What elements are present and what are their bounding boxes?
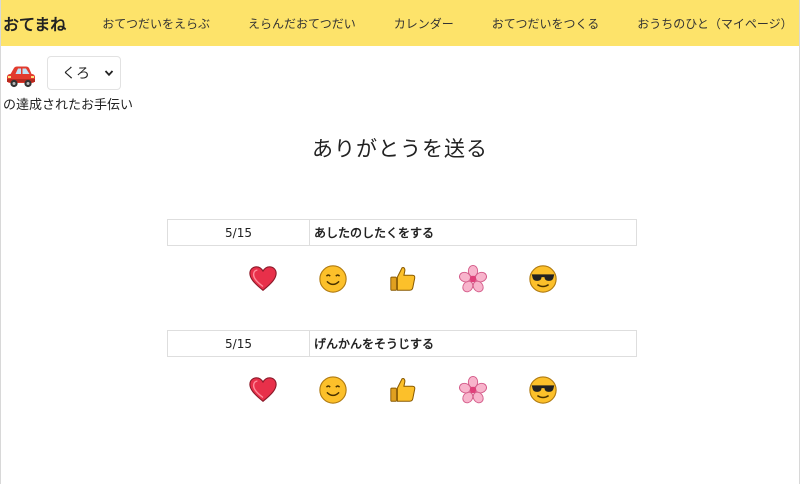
chore-card: 5/15 げんかんをそうじする xyxy=(167,330,637,406)
chore-title: げんかんをそうじする xyxy=(314,337,435,351)
page: おてまね おてつだいをえらぶ えらんだおてつだい カレンダー おてつだいをつくる… xyxy=(0,0,800,484)
cherry-blossom-icon[interactable] xyxy=(457,374,489,406)
chore-row: 5/15 げんかんをそうじする xyxy=(167,330,637,357)
chevron-down-icon xyxy=(104,70,114,77)
child-selector-row: くろ xyxy=(1,56,799,90)
thumbs-up-icon[interactable] xyxy=(387,263,419,295)
sunglasses-icon[interactable] xyxy=(527,263,559,295)
heart-icon[interactable] xyxy=(247,374,279,406)
chore-card: 5/15 あしたのしたくをする xyxy=(167,219,637,295)
brand-logo[interactable]: おてまね xyxy=(3,11,66,35)
smile-icon[interactable] xyxy=(317,263,349,295)
nav-item-my-page[interactable]: おうちのひと（マイページ） xyxy=(637,15,792,32)
smile-icon[interactable] xyxy=(317,374,349,406)
navbar: おてまね おてつだいをえらぶ えらんだおてつだい カレンダー おてつだいをつくる… xyxy=(1,0,799,46)
section-subtitle: の達成されたお手伝い xyxy=(3,98,134,113)
nav-item-choose-chores[interactable]: おてつだいをえらぶ xyxy=(102,15,210,32)
car-icon xyxy=(7,66,35,88)
cherry-blossom-icon[interactable] xyxy=(457,263,489,295)
nav-item-create-chore[interactable]: おてつだいをつくる xyxy=(492,15,600,32)
chore-date: 5/15 xyxy=(168,220,310,245)
child-select-value: くろ xyxy=(62,66,90,82)
chore-title: あしたのしたくをする xyxy=(314,226,435,240)
chore-date: 5/15 xyxy=(168,331,310,356)
page-title: ありがとうを送る xyxy=(312,137,488,161)
reaction-bar xyxy=(167,374,637,406)
heart-icon[interactable] xyxy=(247,263,279,295)
chore-row: 5/15 あしたのしたくをする xyxy=(167,219,637,246)
thumbs-up-icon[interactable] xyxy=(387,374,419,406)
nav-item-calendar[interactable]: カレンダー xyxy=(394,15,454,32)
nav-item-selected-chores[interactable]: えらんだおてつだい xyxy=(248,15,356,32)
reaction-bar xyxy=(167,263,637,295)
child-select[interactable]: くろ xyxy=(47,56,121,90)
sunglasses-icon[interactable] xyxy=(527,374,559,406)
